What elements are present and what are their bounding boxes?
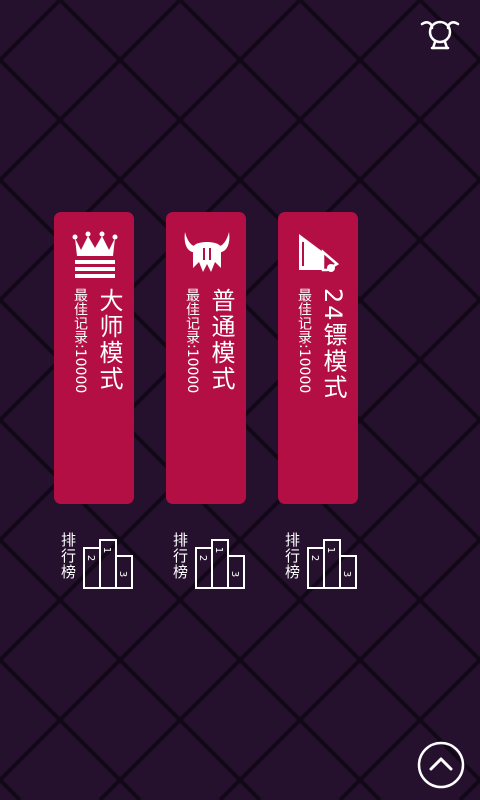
podium-place-3: 3 — [229, 571, 240, 577]
bg-line — [0, 0, 62, 63]
profile-icon-button[interactable] — [418, 14, 462, 54]
mode-title: 24镖模式 — [319, 288, 347, 401]
podium-icon: 1 2 3 — [83, 539, 133, 589]
podium-place-2: 2 — [197, 555, 208, 561]
podium-icon: 1 2 3 — [307, 539, 357, 589]
bg-line — [418, 0, 480, 63]
podium-place-1: 1 — [213, 547, 224, 553]
triangle-flag-icon — [299, 234, 340, 272]
chevron-up-icon — [429, 757, 453, 771]
leaderboard-label: 排行榜 — [283, 532, 301, 580]
user-icon — [420, 20, 460, 50]
leaderboard-button-24darts[interactable]: 排行榜 1 2 3 — [280, 532, 390, 592]
best-record: 最佳记录:10000 — [72, 288, 88, 394]
podium-place-3: 3 — [117, 571, 128, 577]
podium-place-1: 1 — [325, 547, 336, 553]
podium-icon: 1 2 3 — [195, 539, 245, 589]
mode-title: 大师模式 — [95, 288, 123, 392]
mode-card-normal[interactable]: 普通模式 最佳记录:10000 — [166, 212, 246, 504]
leaderboard-button-master[interactable]: 排行榜 1 2 3 — [56, 532, 166, 592]
podium-place-1: 1 — [101, 547, 112, 553]
viking-helmet-icon — [184, 232, 230, 272]
podium-place-3: 3 — [341, 571, 352, 577]
podium-place-2: 2 — [85, 555, 96, 561]
mode-title: 普通模式 — [207, 288, 235, 392]
bg-line — [0, 0, 302, 303]
crown-icon — [72, 231, 118, 278]
bg-line — [458, 777, 480, 800]
podium-place-2: 2 — [309, 555, 320, 561]
scroll-up-button[interactable] — [416, 740, 466, 790]
leaderboard-label: 排行榜 — [59, 532, 77, 580]
mode-card-master[interactable]: 大师模式 最佳记录:10000 — [54, 212, 134, 504]
bg-line — [0, 777, 22, 800]
leaderboard-button-normal[interactable]: 排行榜 1 2 3 — [168, 532, 278, 592]
leaderboard-label: 排行榜 — [171, 532, 189, 580]
best-record: 最佳记录:10000 — [296, 288, 312, 394]
mode-card-24darts[interactable]: 24镖模式 最佳记录:10000 — [278, 212, 358, 504]
best-record: 最佳记录:10000 — [184, 288, 200, 394]
